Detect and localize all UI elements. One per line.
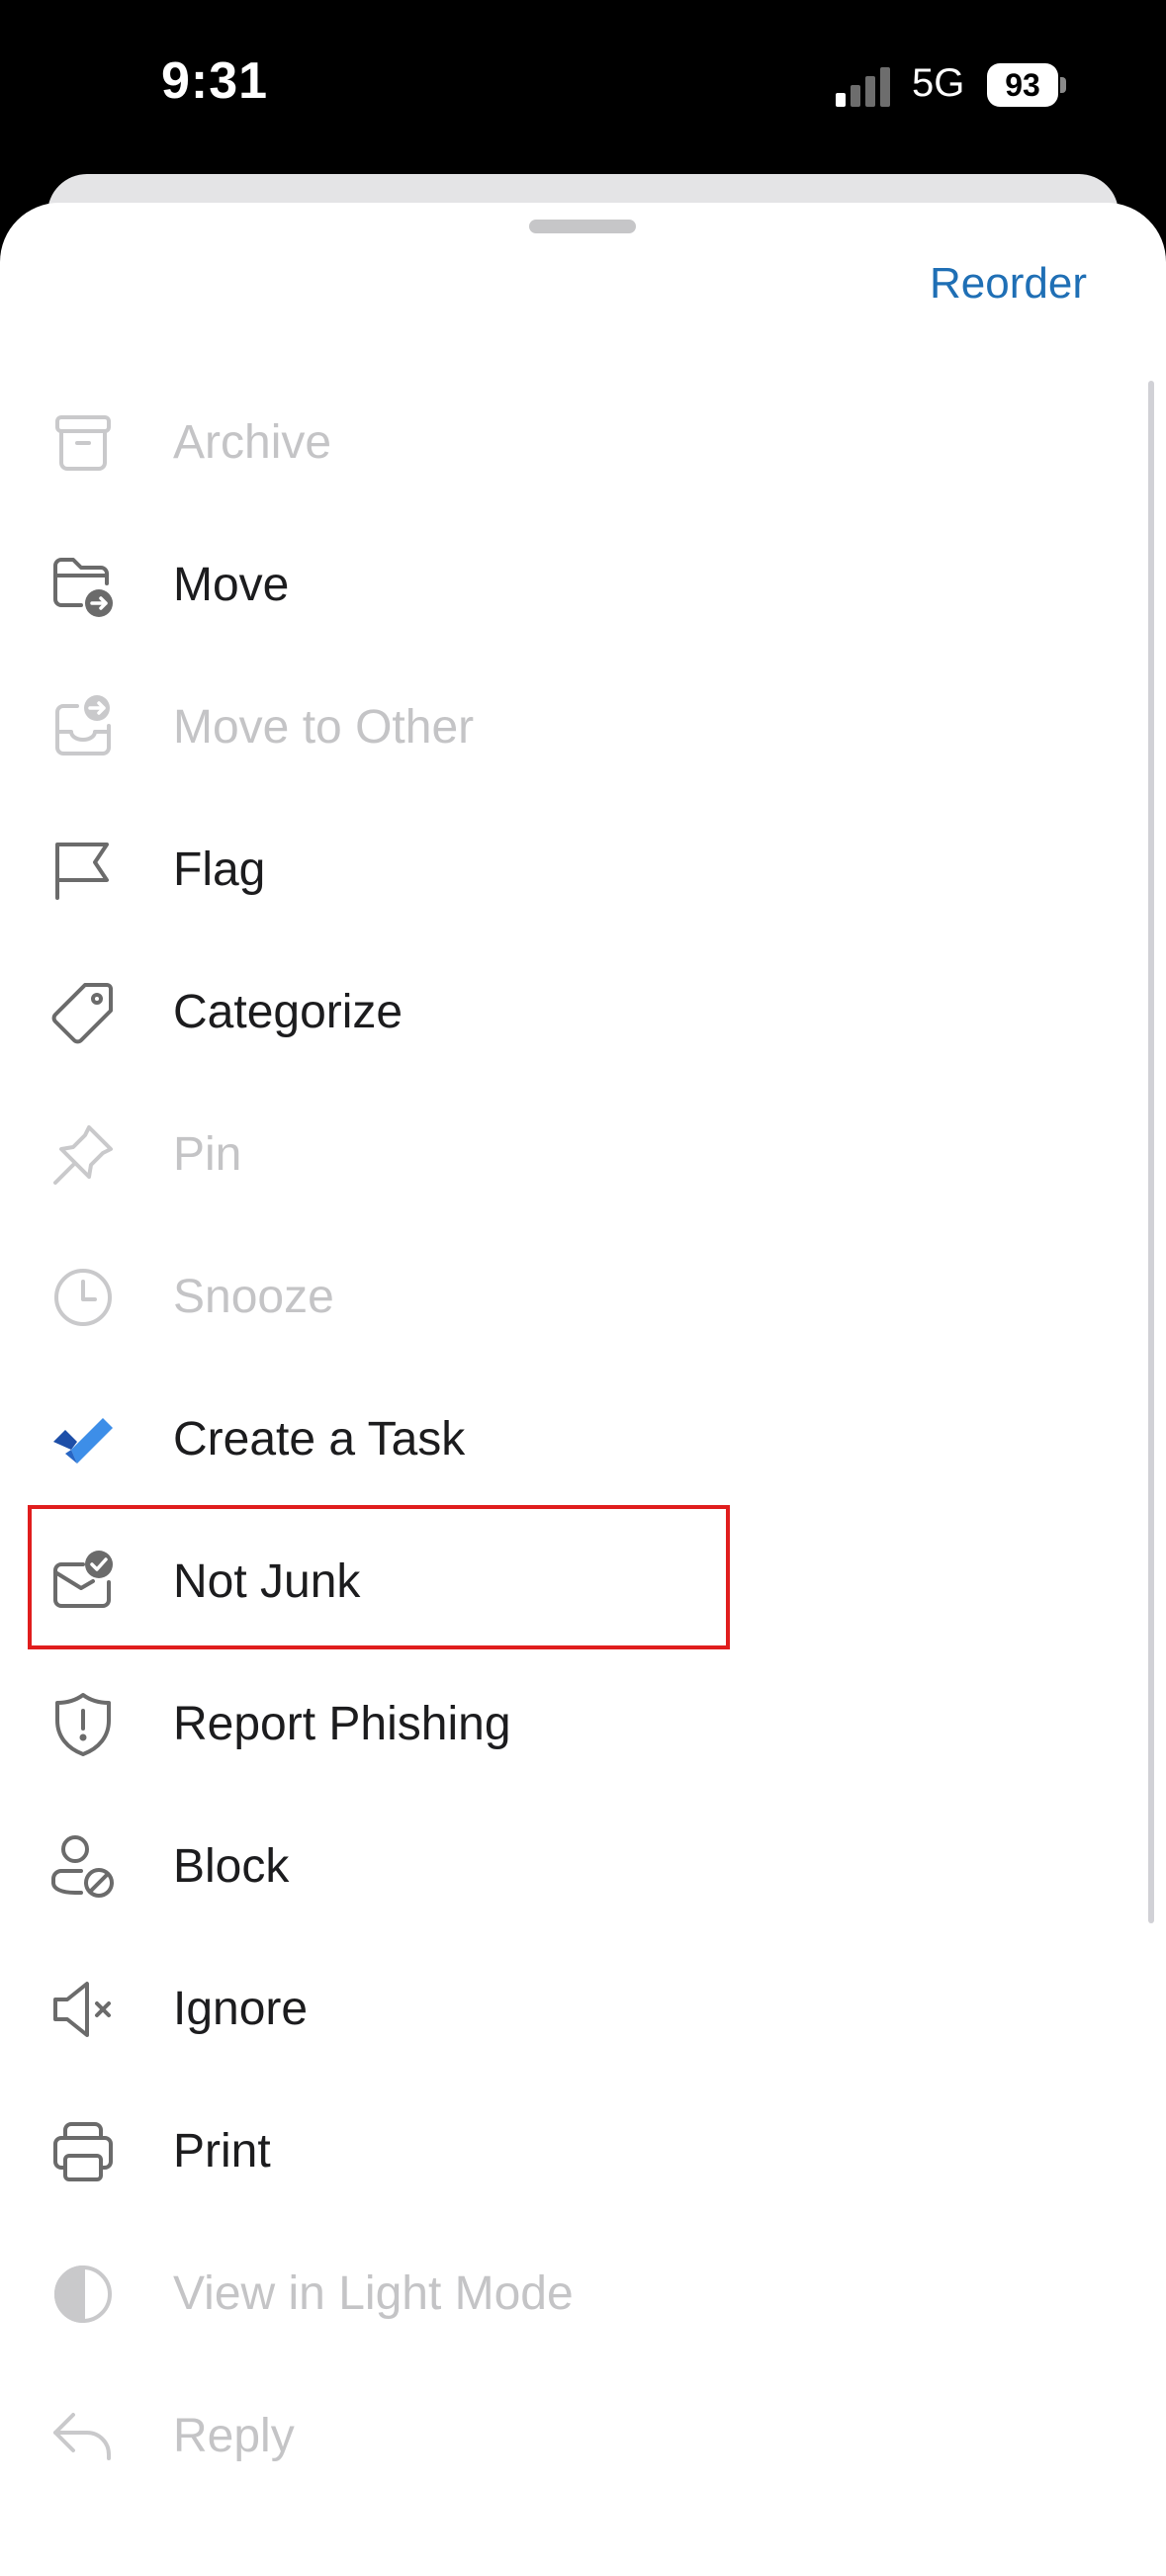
menu-item-categorize[interactable]: Categorize — [0, 941, 1127, 1084]
person-block-icon — [51, 1835, 114, 1898]
battery-cap — [1060, 77, 1066, 93]
cellular-signal-icon — [836, 65, 895, 107]
speaker-mute-icon — [53, 1982, 111, 2037]
tag-icon — [51, 983, 113, 1044]
menu-item-ignore[interactable]: Ignore — [0, 1938, 1127, 2081]
archive-icon — [55, 415, 111, 471]
menu-item-print[interactable]: Print — [0, 2081, 1127, 2223]
menu-item-label: Snooze — [173, 1271, 334, 1323]
shield-alert-icon — [55, 1693, 111, 1756]
menu-item-report-phishing[interactable]: Report Phishing — [0, 1653, 1127, 1796]
status-time: 9:31 — [161, 52, 269, 110]
menu-item-label: Ignore — [173, 1983, 309, 2035]
sheet-grabber[interactable] — [529, 220, 636, 233]
battery-level: 93 — [1005, 66, 1040, 103]
menu-item-snooze[interactable]: Snooze — [0, 1226, 1127, 1369]
half-circle-icon — [54, 2265, 112, 2324]
network-type: 5G — [912, 61, 965, 105]
folder-move-icon — [53, 558, 113, 617]
menu-item-label: Pin — [173, 1128, 242, 1181]
printer-icon — [53, 2122, 113, 2181]
menu-item-archive[interactable]: Archive — [0, 372, 1127, 514]
battery-icon: 93 — [987, 63, 1058, 107]
reorder-button[interactable]: Reorder — [930, 259, 1087, 309]
menu-item-label: View in Light Mode — [173, 2267, 574, 2320]
menu-item-label: Report Phishing — [173, 1698, 511, 1750]
menu-item-label: Move — [173, 559, 290, 611]
scrollbar[interactable] — [1148, 381, 1154, 1923]
menu-item-label: Move to Other — [173, 701, 475, 754]
reply-icon — [53, 2413, 111, 2460]
menu-item-flag[interactable]: Flag — [0, 799, 1127, 941]
menu-item-not-junk[interactable]: Not Junk — [0, 1511, 1127, 1653]
menu-item-move[interactable]: Move — [0, 514, 1127, 657]
menu-item-reply[interactable]: Reply — [0, 2365, 1127, 2508]
menu-item-label: Archive — [173, 416, 332, 469]
menu-item-label: Print — [173, 2125, 271, 2177]
inbox-move-icon — [55, 695, 111, 755]
menu-item-label: Reply — [173, 2410, 295, 2462]
flag-icon — [55, 843, 109, 900]
menu-item-label: Categorize — [173, 986, 404, 1038]
menu-item-label: Create a Task — [173, 1413, 466, 1466]
menu-item-label: Not Junk — [173, 1555, 361, 1608]
menu-item-label: Block — [173, 1840, 290, 1893]
menu-item-create-task[interactable]: Create a Task — [0, 1369, 1127, 1511]
todo-check-icon — [53, 1418, 113, 1464]
menu-item-move-to-other[interactable]: Move to Other — [0, 657, 1127, 799]
menu-item-label: Flag — [173, 844, 266, 896]
mail-check-icon — [53, 1551, 113, 1608]
menu-item-pin[interactable]: Pin — [0, 1084, 1127, 1226]
menu-item-block[interactable]: Block — [0, 1796, 1127, 1938]
clock-icon — [54, 1269, 112, 1326]
menu-item-view-light-mode[interactable]: View in Light Mode — [0, 2223, 1127, 2365]
status-bar: 9:31 5G 93 — [0, 0, 1166, 173]
pin-icon — [53, 1125, 113, 1185]
